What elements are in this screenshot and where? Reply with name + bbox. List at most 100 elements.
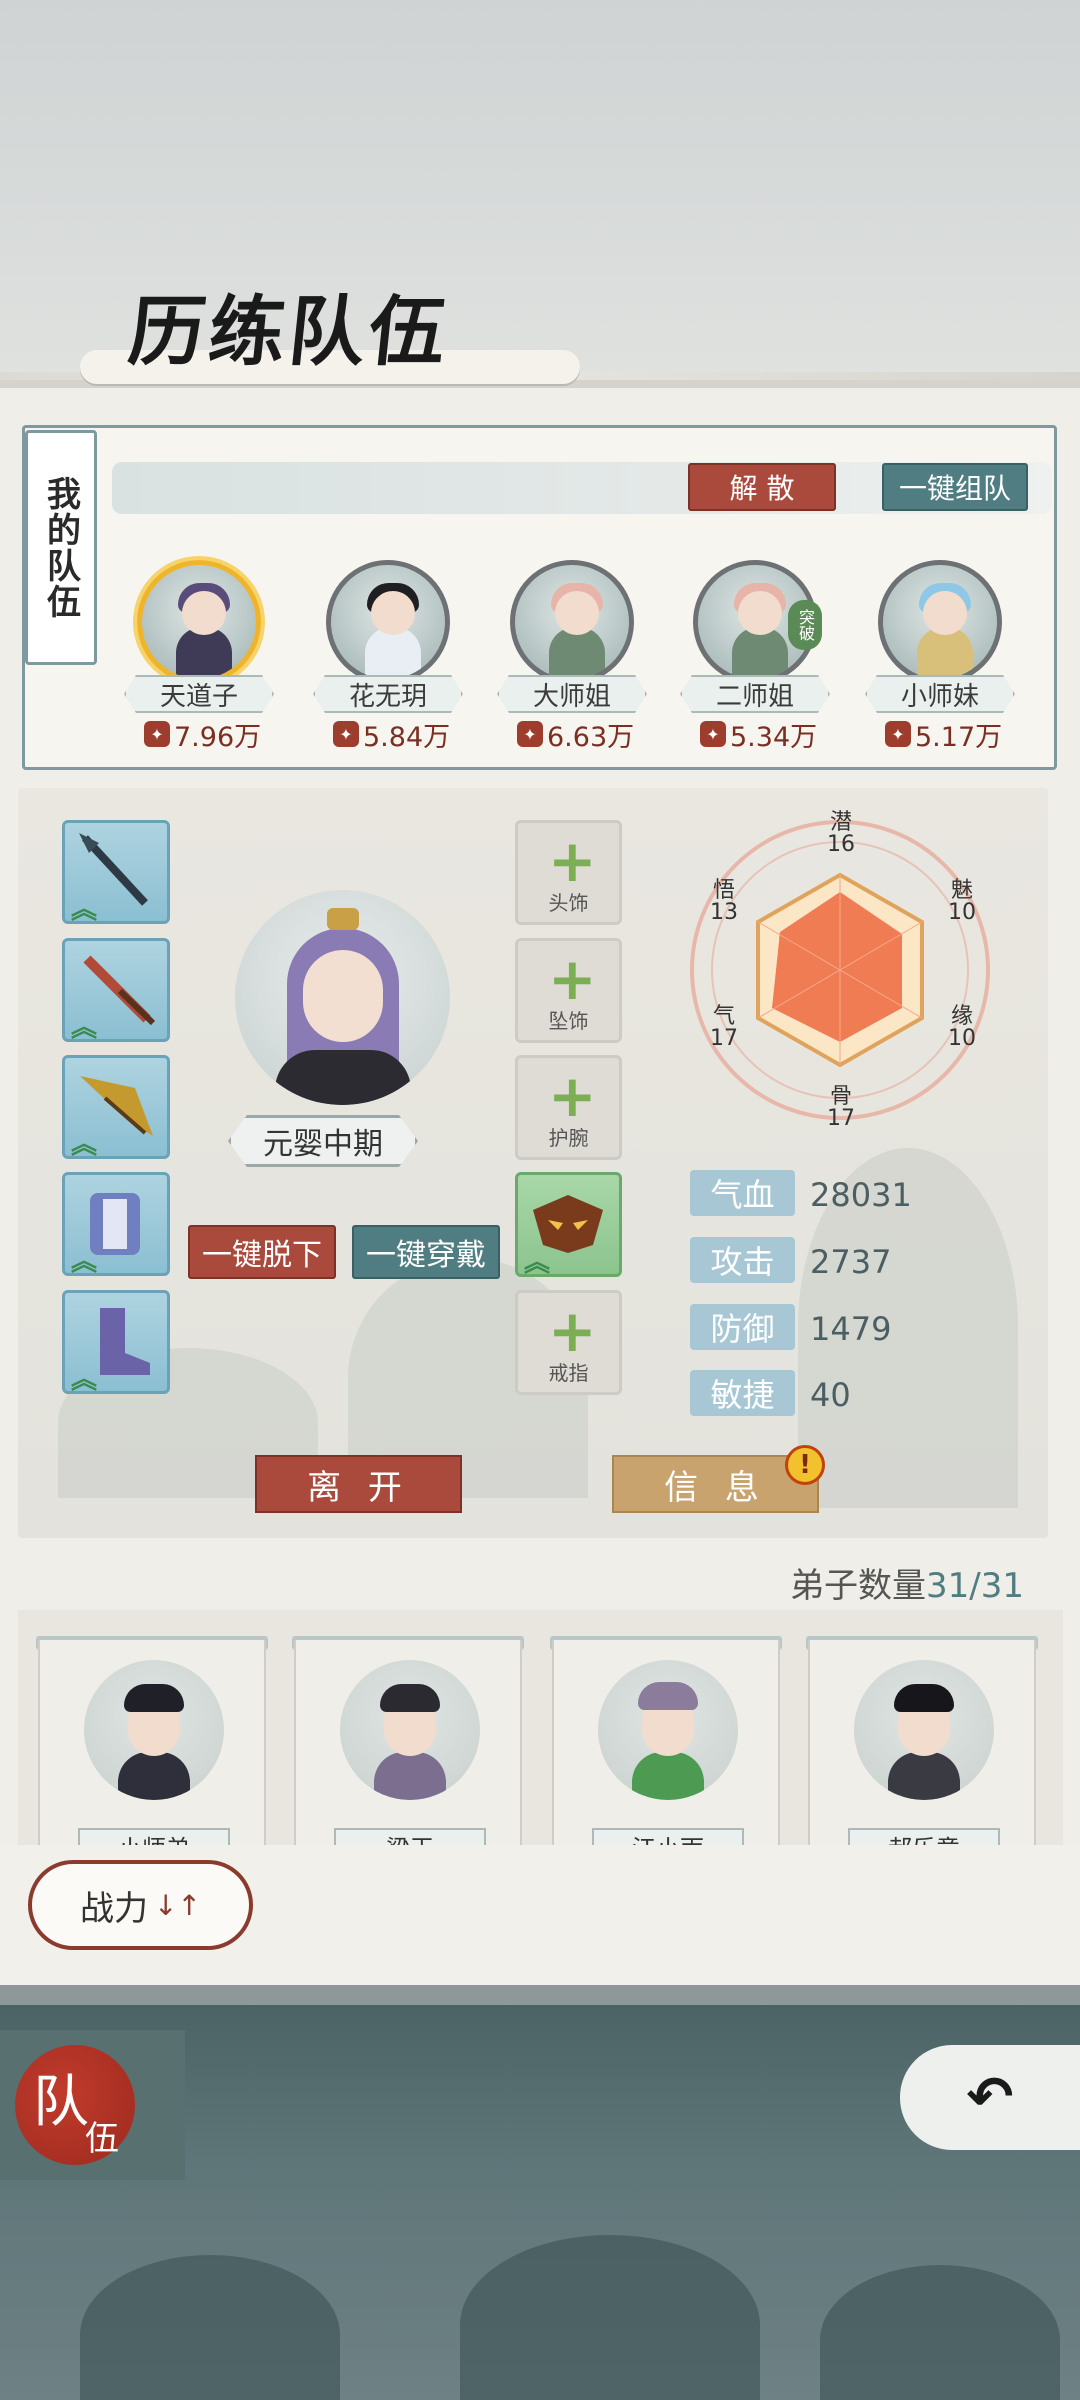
slot-label: 坠饰	[548, 1009, 589, 1033]
member-name: 花无玥	[313, 675, 463, 713]
mask-slot[interactable]: ︽	[515, 1172, 622, 1277]
power-icon: ✦	[700, 721, 726, 747]
radar-label-wu: 悟 13	[710, 878, 738, 925]
equip-all-button[interactable]: 一键穿戴	[352, 1225, 500, 1279]
breakthrough-badge: 突破	[788, 600, 822, 650]
unequip-all-button[interactable]: 一键脱下	[188, 1225, 336, 1279]
armor-slot[interactable]: ︽	[62, 1172, 170, 1276]
member-power: ✦ 5.84万	[333, 717, 453, 753]
avatar	[84, 1660, 224, 1800]
disciple-card[interactable]: 小师弟	[38, 1640, 266, 1864]
attribute-radar	[690, 820, 990, 1120]
member-name: 小师妹	[865, 675, 1015, 713]
back-button[interactable]: ↶	[900, 2045, 1080, 2150]
power-icon: ✦	[333, 721, 359, 747]
ring-slot[interactable]: + 戒指	[515, 1290, 622, 1395]
avatar	[598, 1660, 738, 1800]
nav-team-tab[interactable]: 队 伍	[15, 2045, 135, 2165]
stat-label-defense: 防御	[690, 1304, 795, 1350]
member-name: 二师姐	[680, 675, 830, 713]
upgrade-arrow-icon: ︽	[71, 895, 98, 925]
my-team-tag: 我的队伍	[25, 430, 97, 665]
plus-icon: +	[548, 1062, 597, 1130]
member-power: ✦ 7.96万	[144, 717, 264, 753]
member-power: ✦ 5.17万	[885, 717, 1005, 753]
power-value: 6.63万	[547, 721, 635, 753]
upgrade-arrow-icon: ︽	[71, 1013, 98, 1043]
stat-label-attack: 攻击	[690, 1237, 795, 1283]
upgrade-arrow-icon: ︽	[71, 1365, 98, 1395]
avatar	[340, 1660, 480, 1800]
radar-label-qian: 潜 16	[827, 810, 855, 857]
stat-label-agility: 敏捷	[690, 1370, 795, 1416]
weapon-slot[interactable]: ︽	[62, 820, 170, 924]
head-accessory-slot[interactable]: + 头饰	[515, 820, 622, 925]
team-member-slot-5[interactable]: 小师妹 ✦ 5.17万	[855, 560, 1025, 760]
disciple-card[interactable]: 梁玉	[294, 1640, 522, 1864]
power-icon: ✦	[885, 721, 911, 747]
stat-label-hp: 气血	[690, 1170, 795, 1216]
leave-button[interactable]: 离 开	[255, 1455, 462, 1513]
disciple-count-value: 31/31	[926, 1566, 1024, 1606]
disciple-card[interactable]: 江小雨	[552, 1640, 780, 1864]
boots-slot[interactable]: ︽	[62, 1290, 170, 1394]
page-title: 历练队伍	[124, 287, 454, 376]
member-power: ✦ 6.63万	[517, 717, 637, 753]
auto-team-button[interactable]: 一键组队	[882, 463, 1028, 511]
upgrade-arrow-icon: ︽	[71, 1247, 98, 1277]
avatar	[510, 560, 634, 684]
stat-value-attack: 2737	[810, 1243, 892, 1281]
radar-label-mei: 魅 10	[948, 878, 976, 925]
sort-label: 战力	[80, 1888, 149, 1929]
radar-label-gu: 骨 17	[827, 1084, 855, 1131]
power-value: 5.84万	[363, 721, 451, 753]
power-value: 7.96万	[174, 721, 262, 753]
member-name: 天道子	[124, 675, 274, 713]
disciple-count: 弟子数量31/31	[790, 1558, 1024, 1607]
slot-label: 护腕	[548, 1126, 589, 1150]
disciple-card[interactable]: 郝乐意	[808, 1640, 1036, 1864]
disband-button[interactable]: 解 散	[688, 463, 836, 511]
plus-icon: +	[548, 1297, 597, 1365]
stat-value-hp: 28031	[810, 1176, 912, 1214]
slot-label: 头饰	[548, 891, 589, 915]
radar-label-qi: 气 17	[710, 1004, 738, 1051]
nav-team-subtext: 伍	[85, 2119, 119, 2159]
back-icon: ↶	[966, 2065, 1014, 2130]
plus-icon: +	[548, 945, 597, 1013]
team-member-slot-4[interactable]: 突破 二师姐 ✦ 5.34万	[670, 560, 840, 760]
hero-portrait[interactable]	[235, 890, 450, 1105]
pendant-slot[interactable]: + 坠饰	[515, 938, 622, 1043]
radar-label-yuan: 缘 10	[948, 1004, 976, 1051]
upgrade-arrow-icon: ︽	[71, 1130, 98, 1160]
avatar	[854, 1660, 994, 1800]
my-team-tag-text: 我的队伍	[40, 475, 81, 620]
power-value: 5.34万	[730, 721, 818, 753]
team-member-slot-3[interactable]: 大师姐 ✦ 6.63万	[487, 560, 657, 760]
avatar	[326, 560, 450, 684]
stat-value-agility: 40	[810, 1376, 851, 1414]
power-icon: ✦	[517, 721, 543, 747]
sort-by-power-button[interactable]: 战力 ↓↑	[28, 1860, 253, 1950]
power-value: 5.17万	[915, 721, 1003, 753]
upgrade-arrow-icon: ︽	[524, 1248, 551, 1278]
offhand-slot[interactable]: ︽	[62, 938, 170, 1042]
plus-icon: +	[548, 827, 597, 895]
avatar	[137, 560, 261, 684]
bracer-slot[interactable]: + 护腕	[515, 1055, 622, 1160]
team-member-slot-2[interactable]: 花无玥 ✦ 5.84万	[303, 560, 473, 760]
blade-slot[interactable]: ︽	[62, 1055, 170, 1159]
sort-arrows-icon: ↓↑	[154, 1888, 201, 1922]
alert-icon: !	[785, 1445, 825, 1485]
realm-label: 元婴中期	[228, 1115, 418, 1167]
stat-value-defense: 1479	[810, 1310, 892, 1348]
avatar	[878, 560, 1002, 684]
disciple-count-label: 弟子数量	[790, 1566, 926, 1606]
member-power: ✦ 5.34万	[700, 717, 820, 753]
slot-label: 戒指	[548, 1361, 589, 1385]
nav-team-text: 队	[33, 2070, 89, 2135]
team-member-slot-1[interactable]: 天道子 ✦ 7.96万	[114, 560, 284, 760]
member-name: 大师姐	[497, 675, 647, 713]
bottom-rail	[0, 1985, 1080, 2005]
power-icon: ✦	[144, 721, 170, 747]
